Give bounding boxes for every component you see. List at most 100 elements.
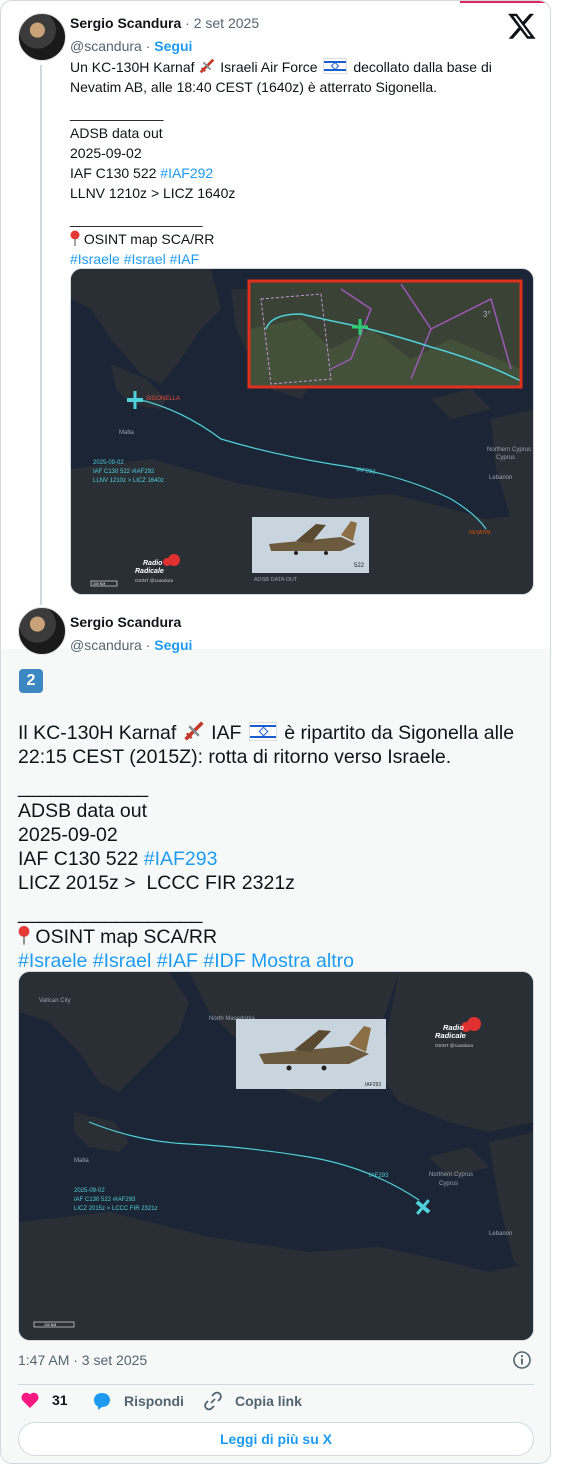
- author-handle[interactable]: @scandura: [70, 38, 142, 54]
- speech-bubble-icon: [94, 1393, 110, 1410]
- hashtag-link[interactable]: #IAF: [157, 950, 198, 972]
- dot-separator: ·: [185, 15, 194, 31]
- map-label-sigonella: SIGONELLA: [146, 396, 180, 402]
- inset-number-label: 3°: [483, 310, 491, 319]
- text-line: decollato dalla base di: [353, 59, 492, 75]
- hashtag-link[interactable]: #Israel: [124, 251, 166, 267]
- israel-flag-icon: [323, 58, 348, 74]
- info-icon[interactable]: [512, 1350, 532, 1370]
- israel-flag-icon: [248, 722, 277, 741]
- text-line: è ripartito da Sigonella alle: [284, 722, 515, 744]
- avatar[interactable]: [18, 13, 66, 61]
- text-line: IAF: [211, 722, 242, 744]
- read-more-button[interactable]: Leggi di più su X: [18, 1422, 534, 1456]
- tweet-timestamp[interactable]: 1:47 AM · 3 set 2025: [18, 1352, 147, 1368]
- tweet-1: Sergio Scandura · 2 set 2025 @scandura ·…: [1, 1, 550, 649]
- x-logo-icon[interactable]: [507, 11, 537, 41]
- embedded-tweet-card: Sergio Scandura · 2 set 2025 @scandura ·…: [0, 0, 551, 1464]
- show-more-link[interactable]: Mostra altro: [251, 950, 354, 972]
- thread-connector-line: [40, 65, 42, 609]
- text-line: 2025-09-02: [18, 824, 118, 846]
- tweet-2: Sergio Scandura @scandura · Segui 2 Il K…: [1, 605, 550, 1463]
- map-label-northern-cyprus: Northern Cyprus: [429, 1172, 473, 1178]
- text-line: LICZ 2015z > LCCC FIR 2321z: [18, 872, 295, 894]
- photo-caption: ADSB DATA OUT: [254, 577, 298, 583]
- airplane-emoji-icon: [183, 721, 204, 741]
- dot-separator: ·: [145, 38, 151, 54]
- pin-icon: [70, 230, 80, 246]
- text-line: Un KC-130H Karnaf: [70, 59, 195, 75]
- link-icon: [204, 1391, 222, 1411]
- aircraft-photo: 522: [252, 517, 369, 573]
- svg-text:OSINT @scandura: OSINT @scandura: [135, 578, 173, 583]
- map-info-line: LLNV 1210z > LICZ 1640z: [93, 478, 164, 484]
- copy-link-label: Copia link: [235, 1393, 302, 1409]
- separator-line: _________________: [70, 211, 203, 227]
- text-line: 22:15 CEST (2015Z): rotta di ritorno ver…: [18, 746, 452, 768]
- text-line: ADSB data out: [70, 125, 163, 141]
- map-scale-label: 100 NM: [93, 582, 105, 586]
- map-label-vatican: Vatican City: [39, 998, 71, 1004]
- copy-link-button[interactable]: Copia link: [203, 1391, 302, 1411]
- svg-text:Radicale: Radicale: [435, 1031, 466, 1040]
- map-label-cyprus: Cyprus: [439, 1181, 458, 1187]
- divider: [18, 1384, 534, 1385]
- map-label-malta: Malta: [74, 1158, 89, 1164]
- hashtag-link[interactable]: #Israele: [18, 950, 87, 972]
- map-image[interactable]: Vatican City North Macedonia Malta North…: [18, 971, 534, 1341]
- map-label-lebanon: Lebanon: [489, 1231, 512, 1237]
- author-row: Sergio Scandura: [70, 614, 181, 630]
- aircraft-photo: IAF293: [236, 1019, 386, 1089]
- text-line: IAF C130 522: [70, 165, 157, 181]
- hashtag-link[interactable]: #Israele: [70, 251, 120, 267]
- map-info-line: 2025-09-02: [74, 1188, 105, 1194]
- svg-text:OSINT @scandura: OSINT @scandura: [435, 1043, 473, 1048]
- like-button[interactable]: 31: [20, 1391, 68, 1409]
- hashtag-link[interactable]: #Israel: [93, 950, 152, 972]
- text-line: IAF C130 522: [18, 848, 139, 870]
- svg-text:Radicale: Radicale: [135, 568, 164, 575]
- hashtag-link[interactable]: #IAF293: [144, 848, 218, 870]
- text-line: OSINT map SCA/RR: [83, 231, 215, 247]
- heart-icon: [21, 1392, 39, 1408]
- author-handle[interactable]: @scandura: [70, 637, 142, 653]
- map-image[interactable]: 3° SIGONELLA Malta Northern Cyprus Cypru…: [70, 268, 534, 595]
- follow-button[interactable]: Segui: [154, 38, 192, 54]
- separator-line: _________________: [18, 902, 203, 924]
- map-info-line: 2025-09-02: [93, 460, 124, 466]
- text-line: ADSB data out: [18, 800, 147, 822]
- map-info-line: LICZ 2015z > LCCC FIR 2321z: [74, 1206, 158, 1212]
- handle-row: @scandura · Segui: [70, 637, 192, 653]
- map-info-line: IAF C130 522 #IAF293: [74, 1197, 136, 1203]
- photo-tail-number: IAF293: [365, 1082, 381, 1088]
- photo-tail-number: 522: [354, 563, 365, 569]
- map-label-northern-cyprus: Northern Cyprus: [487, 447, 531, 453]
- follow-button[interactable]: Segui: [154, 637, 192, 653]
- tweet-date[interactable]: 2 set 2025: [194, 15, 259, 31]
- separator-line: ____________: [18, 776, 149, 798]
- keycap-two-icon: 2: [19, 669, 43, 693]
- hashtag-link[interactable]: #IAF292: [160, 165, 213, 181]
- separator-line: ____________: [70, 105, 164, 121]
- map-scale-label: 100 NM: [44, 1323, 56, 1327]
- like-count: 31: [52, 1392, 68, 1408]
- pin-icon: [18, 926, 30, 945]
- hashtag-link[interactable]: #IDF: [203, 950, 245, 972]
- route-label: IAF293: [369, 1173, 389, 1179]
- author-name[interactable]: Sergio Scandura: [70, 614, 181, 630]
- reply-label: Rispondi: [124, 1393, 184, 1409]
- avatar[interactable]: [18, 607, 66, 655]
- map-label-malta: Malta: [119, 430, 134, 436]
- reply-button[interactable]: Rispondi: [92, 1391, 184, 1411]
- hashtag-link[interactable]: #IAF: [170, 251, 200, 267]
- tweet-text: Il KC-130H Karnaf IAF è ripartito da Sig…: [18, 719, 538, 973]
- author-name[interactable]: Sergio Scandura: [70, 15, 181, 31]
- text-line: OSINT map SCA/RR: [35, 926, 218, 948]
- text-line: 2025-09-02: [70, 145, 142, 161]
- tweet-text: Un KC-130H Karnaf Israeli Air Force deco…: [70, 57, 530, 269]
- text-line: LLNV 1210z > LICZ 1640z: [70, 185, 236, 201]
- dot-separator: ·: [145, 637, 151, 653]
- author-row: Sergio Scandura · 2 set 2025: [70, 15, 259, 31]
- map-label-cyprus: Cyprus: [496, 455, 515, 461]
- text-line: Nevatim AB, alle 18:40 CEST (1640z) è at…: [70, 79, 438, 95]
